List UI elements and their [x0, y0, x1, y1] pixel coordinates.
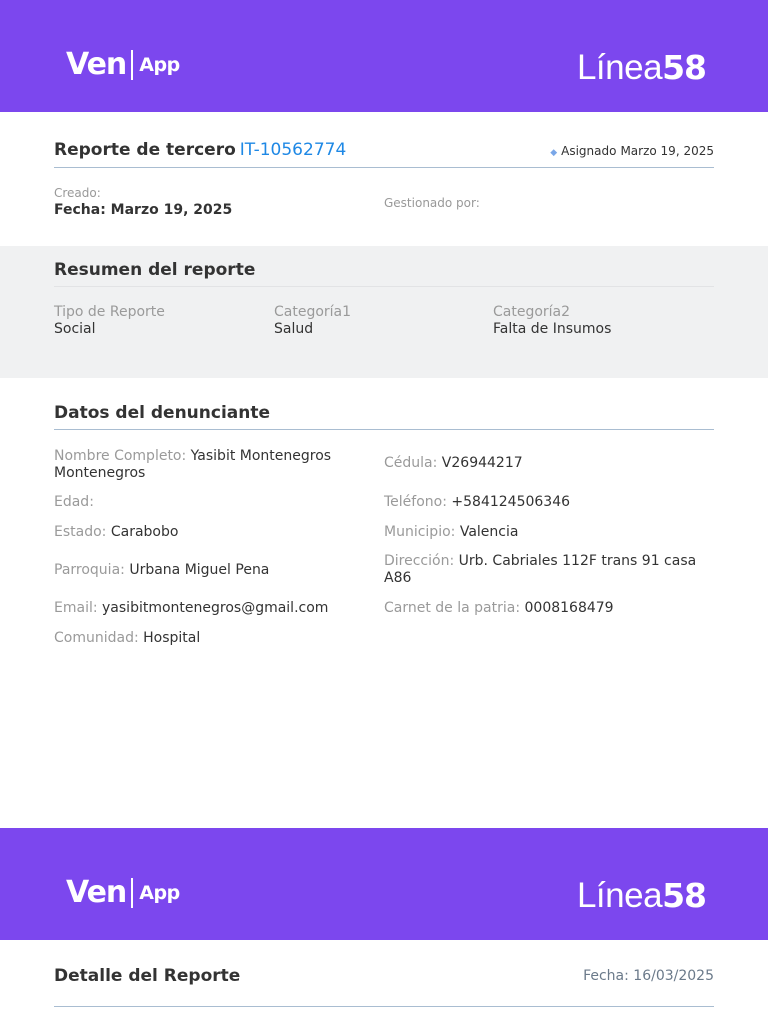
report-detail-date: Fecha: 16/03/2025: [583, 968, 714, 984]
field-carnet-patria: Carnet de la patria: 0008168479: [384, 600, 714, 617]
field-label: Email:: [54, 600, 98, 616]
field-community: Comunidad: Hospital: [54, 630, 364, 647]
field-value: Urbana Miguel Pena: [129, 562, 270, 578]
logo-separator: [131, 50, 134, 80]
field-value: 0008168479: [524, 600, 614, 616]
venapp-logo-main: Ven: [66, 47, 127, 82]
field-label: Cédula:: [384, 455, 438, 471]
field-municipality: Municipio: Valencia: [384, 524, 714, 541]
report-detail-divider: [54, 1006, 714, 1007]
report-id-link[interactable]: IT-10562774: [240, 140, 347, 160]
summary-category2: Categoría2 Falta de Insumos: [493, 304, 611, 338]
field-label: Municipio:: [384, 524, 456, 540]
field-age: Edad:: [54, 494, 364, 511]
field-label: Dirección:: [384, 553, 455, 569]
field-label: Edad:: [54, 494, 94, 510]
venapp-logo-main: Ven: [66, 875, 127, 910]
report-detail-title: Detalle del Reporte: [54, 966, 241, 986]
field-parish: Parroquia: Urbana Miguel Pena: [54, 562, 364, 579]
field-label: Nombre Completo:: [54, 448, 187, 464]
field-state: Estado: Carabobo: [54, 524, 364, 541]
complainant-section-title: Datos del denunciante: [54, 403, 714, 430]
field-label: Carnet de la patria:: [384, 600, 521, 616]
summary-item-label: Categoría1: [274, 304, 352, 320]
field-label: Comunidad:: [54, 630, 139, 646]
field-full-name: Nombre Completo: Yasibit Montenegros Mon…: [54, 448, 364, 482]
linea58-logo: Línea58: [576, 48, 707, 87]
summary-title: Resumen del reporte: [54, 260, 256, 280]
report-title: Reporte de tercero IT-10562774: [54, 140, 346, 160]
summary-category1: Categoría1 Salud: [274, 304, 351, 338]
summary-item-label: Categoría2: [493, 304, 571, 320]
field-value: Hospital: [143, 630, 201, 646]
venapp-logo-sub: App: [139, 881, 180, 904]
field-label: Teléfono:: [384, 494, 447, 510]
assigned-date: Marzo 19, 2025: [620, 144, 714, 158]
field-value: +584124506346: [451, 494, 571, 510]
field-email: Email: yasibitmontenegros@gmail.com: [54, 600, 374, 617]
linea58-logo: Línea58: [576, 876, 707, 915]
report-title-text: Reporte de tercero: [54, 140, 236, 160]
linea58-logo-number: 58: [662, 876, 707, 915]
created-label: Creado:: [54, 186, 101, 200]
linea58-logo-number: 58: [662, 48, 707, 87]
field-value: V26944217: [441, 455, 523, 471]
linea58-logo-text: Línea: [576, 48, 663, 87]
venapp-logo: Ven App: [66, 50, 180, 80]
managed-by-label: Gestionado por:: [384, 196, 480, 210]
summary-report-type: Tipo de Reporte Social: [54, 304, 165, 338]
report-header: Reporte de tercero IT-10562774 ◆ Asignado M…: [54, 140, 714, 168]
venapp-logo: Ven App: [66, 878, 180, 908]
field-cedula: Cédula: V26944217: [384, 455, 714, 472]
linea58-logo-text: Línea: [576, 876, 663, 915]
created-date: Fecha: Marzo 19, 2025: [54, 202, 233, 218]
page2-header-banner: Ven App Línea58: [0, 828, 768, 940]
field-value: Carabobo: [110, 524, 179, 540]
field-address: Dirección: Urb. Cabriales 112F trans 91 …: [384, 553, 714, 587]
logo-separator: [131, 878, 134, 908]
status-dot-icon: ◆: [550, 148, 558, 158]
field-phone: Teléfono: +584124506346: [384, 494, 714, 511]
field-value: Valencia: [459, 524, 519, 540]
summary-item-value: Social: [54, 321, 96, 337]
assigned-status: ◆ Asignado Marzo 19, 2025: [550, 144, 714, 158]
summary-divider: [54, 286, 714, 287]
field-label: Estado:: [54, 524, 107, 540]
field-value: yasibitmontenegros@gmail.com: [102, 600, 329, 616]
summary-item-value: Falta de Insumos: [493, 321, 612, 337]
venapp-logo-sub: App: [139, 53, 180, 76]
report-summary-section: Resumen del reporte Tipo de Reporte Soci…: [0, 246, 768, 378]
summary-item-label: Tipo de Reporte: [54, 304, 165, 320]
header-banner: Ven App Línea58: [0, 0, 768, 112]
field-label: Parroquia:: [54, 562, 125, 578]
summary-item-value: Salud: [274, 321, 314, 337]
assigned-label: Asignado: [561, 144, 617, 158]
